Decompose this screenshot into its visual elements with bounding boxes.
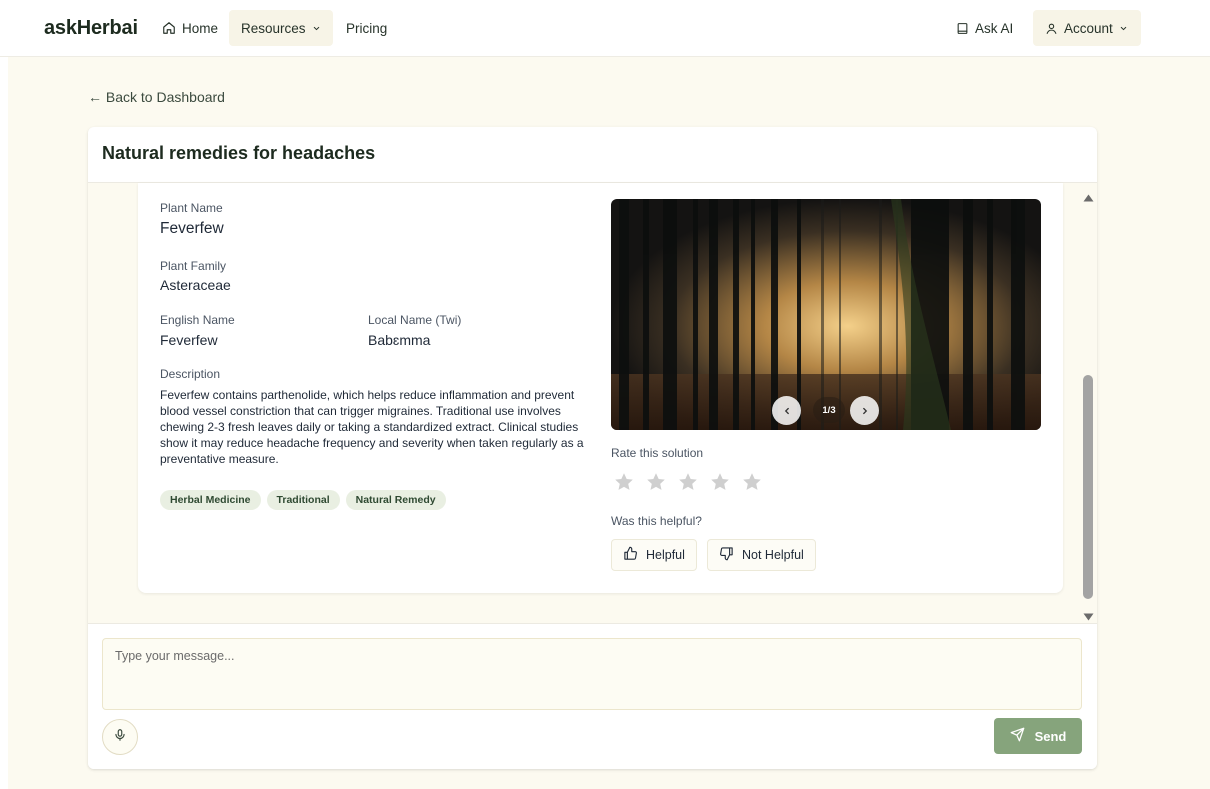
send-icon xyxy=(1010,727,1025,745)
carousel-counter: 1/3 xyxy=(813,397,845,423)
send-button[interactable]: Send xyxy=(994,718,1082,754)
helpful-label: Helpful xyxy=(646,548,685,562)
star-icon[interactable] xyxy=(709,471,731,493)
conversation-title: Natural remedies for headaches xyxy=(102,143,376,163)
plant-name-value: Feverfew xyxy=(160,220,224,237)
nav-home[interactable]: Home xyxy=(150,10,230,46)
plant-family-value: Asteraceae xyxy=(160,277,231,293)
nav-ask-ai-label: Ask AI xyxy=(975,20,1014,36)
conversation-card: Natural remedies for headaches Plant Nam… xyxy=(88,127,1097,769)
nav-home-label: Home xyxy=(182,20,219,36)
plant-image-carousel: 1/3 xyxy=(611,199,1041,430)
back-to-dashboard-link[interactable]: ← Back to Dashboard xyxy=(88,89,225,105)
book-icon xyxy=(956,22,969,35)
tag-chip: Traditional xyxy=(266,490,340,510)
user-icon xyxy=(1045,22,1058,35)
description-label: Description xyxy=(160,367,221,381)
nav-account-label: Account xyxy=(1064,20,1113,36)
star-icon[interactable] xyxy=(741,471,763,493)
messages-scrollbar[interactable] xyxy=(1080,183,1097,623)
chevron-left-icon xyxy=(782,406,792,416)
forest-image xyxy=(611,199,1041,430)
home-icon xyxy=(162,21,176,35)
carousel-prev-button[interactable] xyxy=(772,396,801,425)
helpful-button[interactable]: Helpful xyxy=(611,539,697,571)
tag-chip: Herbal Medicine xyxy=(160,490,261,510)
nav-resources[interactable]: Resources xyxy=(229,10,333,46)
thumbs-up-icon xyxy=(623,546,638,564)
not-helpful-button[interactable]: Not Helpful xyxy=(707,539,816,571)
message-input[interactable] xyxy=(102,638,1082,710)
star-icon[interactable] xyxy=(613,471,635,493)
star-icon[interactable] xyxy=(645,471,667,493)
local-name-label: Local Name (Twi) xyxy=(368,313,462,327)
thumbs-down-icon xyxy=(719,546,734,564)
not-helpful-label: Not Helpful xyxy=(742,548,804,562)
top-navbar: askHerbai Home Resources Pricing Ask AI … xyxy=(0,0,1210,57)
star-icon[interactable] xyxy=(677,471,699,493)
message-composer: Send xyxy=(88,623,1097,769)
chevron-right-icon xyxy=(860,406,870,416)
nav-pricing[interactable]: Pricing xyxy=(334,10,399,46)
brand-logo[interactable]: askHerbai xyxy=(44,17,138,40)
chevron-down-icon xyxy=(1119,24,1128,33)
nav-account[interactable]: Account xyxy=(1033,10,1141,46)
messages-scroll-area[interactable]: Plant Name Feverfew Plant Family Asterac… xyxy=(88,183,1097,623)
english-name-value: Feverfew xyxy=(160,332,218,348)
conversation-header: Natural remedies for headaches xyxy=(88,127,1097,183)
scroll-up-arrow-icon[interactable] xyxy=(1083,189,1094,207)
microphone-icon xyxy=(113,728,127,747)
nav-pricing-label: Pricing xyxy=(346,20,388,36)
chevron-down-icon xyxy=(312,24,321,33)
was-helpful-label: Was this helpful? xyxy=(611,514,702,528)
plant-name-label: Plant Name xyxy=(160,201,223,215)
remedy-result-card: Plant Name Feverfew Plant Family Asterac… xyxy=(138,183,1063,593)
tag-chip: Natural Remedy xyxy=(345,490,446,510)
star-rating[interactable] xyxy=(613,471,763,493)
rate-solution-label: Rate this solution xyxy=(611,446,704,460)
scroll-thumb[interactable] xyxy=(1083,375,1093,599)
tag-list: Herbal Medicine Traditional Natural Reme… xyxy=(160,490,446,510)
plant-family-label: Plant Family xyxy=(160,259,227,273)
nav-ask-ai[interactable]: Ask AI xyxy=(944,10,1025,46)
description-text: Feverfew contains parthenolide, which he… xyxy=(160,388,584,466)
local-name-value: Babɛmma xyxy=(368,332,431,348)
carousel-next-button[interactable] xyxy=(850,396,879,425)
nav-resources-label: Resources xyxy=(241,20,306,36)
send-label: Send xyxy=(1034,728,1067,744)
english-name-label: English Name xyxy=(160,313,235,327)
microphone-button[interactable] xyxy=(102,719,138,755)
